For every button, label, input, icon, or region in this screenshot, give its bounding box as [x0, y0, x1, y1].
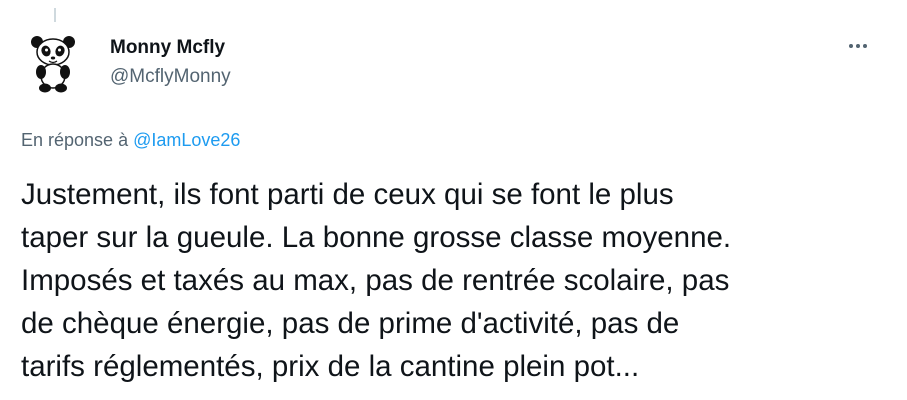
- tweet-text-line: tarifs réglementés, prix de la cantine p…: [21, 350, 640, 383]
- reply-context: En réponse à @IamLove26: [21, 130, 240, 151]
- reply-context-prefix: En réponse à: [21, 130, 129, 150]
- author-display-name[interactable]: Monny Mcfly: [110, 37, 225, 59]
- tweet-text-line: de chèque énergie, pas de prime d'activi…: [21, 307, 680, 340]
- author-handle[interactable]: @McflyMonny: [110, 66, 231, 88]
- tweet-text: Justement, ils font parti de ceux qui se…: [21, 173, 891, 388]
- reply-mention-link[interactable]: @IamLove26: [133, 130, 240, 150]
- more-options-button[interactable]: [845, 36, 871, 56]
- more-horizontal-icon: [849, 44, 867, 48]
- tweet-text-line: Imposés et taxés au max, pas de rentrée …: [21, 264, 730, 297]
- tweet-text-line: Justement, ils font parti de ceux qui se…: [21, 178, 674, 211]
- tweet-text-line: taper sur la gueule. La bonne grosse cla…: [21, 221, 732, 254]
- avatar[interactable]: [21, 30, 85, 94]
- panda-avatar-icon: [31, 36, 75, 93]
- thread-connector-line: [54, 8, 56, 22]
